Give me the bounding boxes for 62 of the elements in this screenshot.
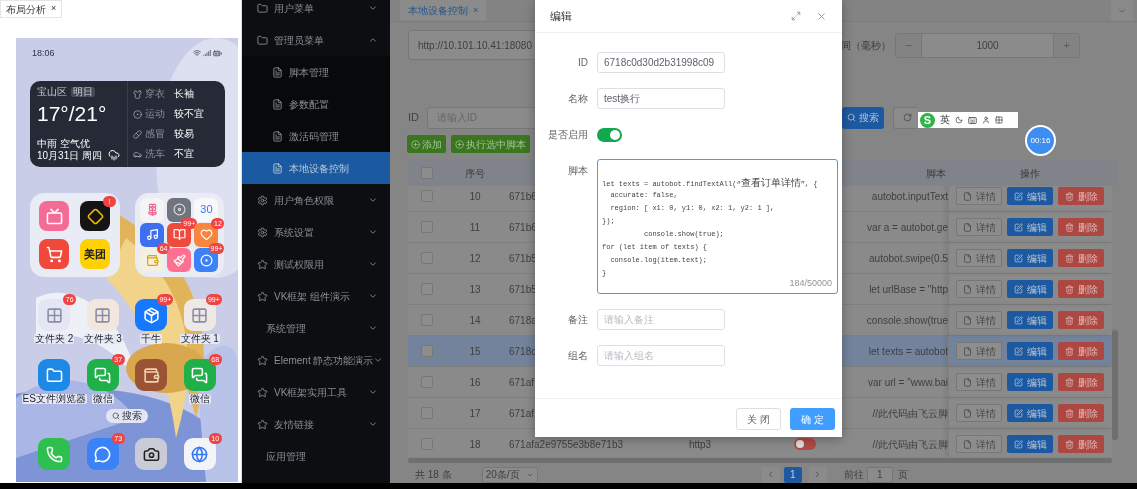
table-cell-text: 16	[469, 375, 481, 390]
column-header: 操作	[1020, 166, 1040, 181]
weather-index-label: 感冒	[145, 129, 166, 139]
table-cell-text: 12	[469, 251, 481, 266]
field-label: 组名	[567, 349, 588, 363]
table-cell-text: 11	[469, 220, 481, 235]
weather-condition: 中雨 空气优	[37, 139, 91, 149]
table-cell-text: let texts = autobot	[868, 344, 948, 359]
table-cell-text: autobot.swipe(0.5	[869, 251, 948, 266]
weather-index-value: 长袖	[174, 89, 194, 99]
goto-label: 前往	[843, 468, 864, 482]
weather-district: 宝山区	[37, 87, 67, 97]
weather-index-label: 穿衣	[145, 89, 166, 99]
weather-index-label: 运动	[145, 109, 166, 119]
table-cell-text: 15	[469, 344, 481, 359]
table-cell-text: 13	[469, 282, 481, 297]
app-label: 文件夹 3	[82, 334, 123, 344]
dialog-title: 编辑	[550, 8, 572, 24]
ime-logo: S	[920, 112, 935, 128]
recording-timer: 00:16	[1025, 125, 1056, 156]
app-label: 微信	[91, 394, 114, 404]
character-counter: 184/50000	[789, 276, 832, 290]
status-time: 18:06	[32, 48, 55, 58]
table-cell-text: autobot.inputText	[871, 189, 948, 204]
table-cell: 671af	[509, 376, 535, 388]
table-cell-text: 18	[469, 437, 481, 452]
weather-date: 10月31日 周四	[37, 151, 103, 161]
field-label: 是否启用	[547, 128, 588, 142]
column-header: 脚本	[926, 166, 946, 181]
column-header: 序号	[465, 166, 485, 181]
table-cell-text: 17	[469, 406, 481, 421]
table-cell: 6718c	[509, 345, 537, 357]
id-label: ID	[408, 110, 419, 126]
total-count: 共 18 条	[415, 468, 452, 482]
field-label: 名称	[567, 92, 588, 106]
app-label: 微信	[188, 394, 211, 404]
table-cell-text: 10	[469, 189, 481, 204]
app-label: 文件夹 1	[179, 334, 220, 344]
table-cell-text: var a = autobot.ge	[867, 220, 948, 235]
field-label: 备注	[567, 313, 588, 327]
app-label: 文件夹 2	[34, 334, 75, 344]
weather-temperature: 17°/21°	[37, 103, 108, 124]
weather-index-value: 不宜	[174, 149, 194, 159]
table-cell-text: 14	[469, 313, 481, 328]
app-label: 千牛	[140, 334, 163, 344]
table-cell-text: //此代码由飞云脚	[872, 437, 948, 452]
table-cell: 671af	[509, 407, 535, 419]
table-cell-text: http3	[688, 437, 712, 452]
interval-label: 间（毫秒）	[841, 38, 891, 53]
table-cell-text: //此代码由飞云脚	[872, 406, 948, 421]
table-cell-text: let urlBase = "http	[869, 282, 948, 297]
weather-day: 明日	[71, 87, 95, 97]
field-label: ID	[577, 56, 588, 70]
weather-index-value: 较易	[174, 129, 194, 139]
table-cell: 671afa2e9755e3b8e71b3	[509, 438, 623, 450]
weather-index-value: 较不宜	[174, 109, 204, 119]
field-label: 脚本	[567, 164, 588, 178]
weather-index-label: 洗车	[145, 149, 166, 159]
goto-suffix: 页	[897, 468, 908, 482]
app-label: ES文件浏览器	[21, 394, 87, 404]
table-cell-text: var url = "www.bai	[868, 375, 948, 390]
table-cell-text: console.show(true	[866, 313, 948, 328]
